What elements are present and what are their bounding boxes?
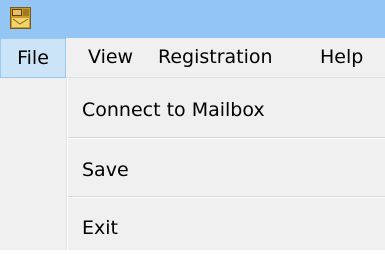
menu-file[interactable]: File: [0, 38, 66, 78]
menu-icon-gutter: [0, 78, 66, 254]
menu-bar: File View Registration Help: [0, 38, 385, 78]
menu-item-connect-to-mailbox[interactable]: Connect to Mailbox: [82, 98, 265, 122]
menu-separator-highlight: [68, 138, 385, 139]
menu-view[interactable]: View: [88, 38, 133, 77]
application-window: File View Registration Help Connect to M…: [0, 0, 385, 254]
menu-help[interactable]: Help: [320, 38, 363, 77]
title-bar[interactable]: [0, 0, 385, 38]
mail-app-icon[interactable]: [10, 7, 31, 29]
file-dropdown-menu: Connect to Mailbox Save Exit: [0, 78, 385, 254]
menu-separator-highlight: [68, 197, 385, 198]
gutter-divider-highlight: [67, 78, 68, 250]
menu-registration[interactable]: Registration: [158, 38, 273, 77]
menu-item-save[interactable]: Save: [82, 158, 129, 182]
window-bottom-edge: [0, 250, 385, 254]
menu-item-exit[interactable]: Exit: [82, 216, 118, 240]
